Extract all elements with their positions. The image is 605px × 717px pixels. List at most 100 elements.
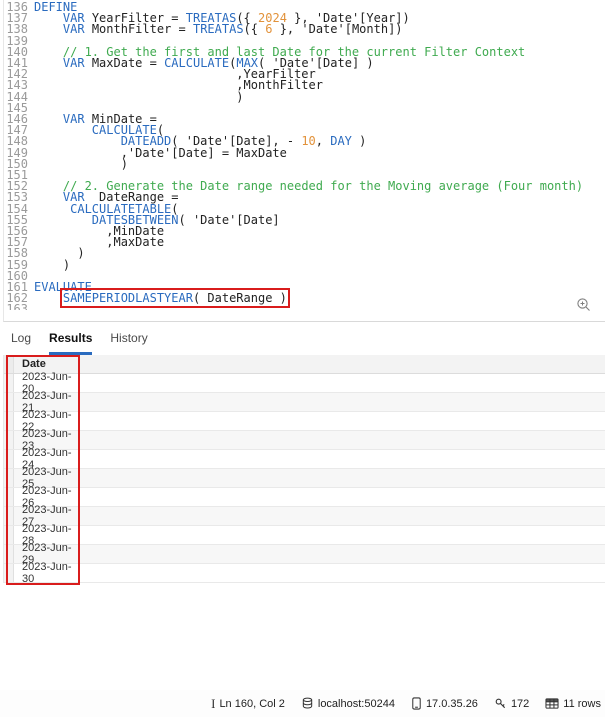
code-editor[interactable]: 136DEFINE137 VAR YearFilter = TREATAS({ … <box>3 0 605 322</box>
code-token: DAY <box>330 134 352 148</box>
code-text <box>34 304 605 310</box>
row-gutter <box>4 355 14 373</box>
code-text: SAMEPERIODLASTYEAR( DateRange ) <box>34 293 605 304</box>
ibeam-cursor-icon: I <box>211 697 215 711</box>
date-cell: 2023-Jun-30 <box>14 561 80 585</box>
row-filler <box>80 526 605 544</box>
row-filler <box>80 545 605 563</box>
tab-results[interactable]: Results <box>49 331 92 355</box>
row-gutter <box>4 450 14 468</box>
row-gutter <box>4 545 14 563</box>
row-gutter <box>4 412 14 430</box>
row-gutter <box>4 488 14 506</box>
row-gutter <box>4 469 14 487</box>
row-filler <box>80 488 605 506</box>
code-token: TREATAS <box>193 22 244 36</box>
table-row[interactable]: 2023-Jun-25 <box>4 469 605 488</box>
table-row[interactable]: 2023-Jun-24 <box>4 450 605 469</box>
results-rows-host: Date2023-Jun-202023-Jun-212023-Jun-22202… <box>4 355 605 583</box>
status-text: Ln 160, Col 2 <box>219 698 284 710</box>
table-icon <box>545 697 559 710</box>
status-text: 172 <box>511 698 529 710</box>
code-text: ) <box>34 92 605 103</box>
row-filler <box>80 564 605 582</box>
table-row[interactable]: 2023-Jun-22 <box>4 412 605 431</box>
code-text: ) <box>34 260 605 271</box>
status-text: localhost:50244 <box>318 698 395 710</box>
line-number: 163 <box>4 304 34 310</box>
row-filler <box>80 469 605 487</box>
key-icon <box>494 697 507 710</box>
table-row[interactable]: 2023-Jun-30 <box>4 564 605 583</box>
row-filler <box>80 450 605 468</box>
code-line: 158 ) <box>4 248 605 259</box>
code-text: ) <box>34 159 605 170</box>
status-text: 11 rows <box>563 698 601 710</box>
zoom-in-icon[interactable] <box>576 297 592 313</box>
code-token: ( DateRange ) <box>193 291 287 305</box>
code-token: ) <box>352 134 366 148</box>
code-token <box>34 22 63 36</box>
code-lines[interactable]: 136DEFINE137 VAR YearFilter = TREATAS({ … <box>4 2 605 310</box>
evaluate-highlight-box: SAMEPERIODLASTYEAR( DateRange ) <box>63 291 287 305</box>
table-row[interactable]: 2023-Jun-23 <box>4 431 605 450</box>
row-gutter <box>4 507 14 525</box>
code-line: 150 ) <box>4 159 605 170</box>
code-line: 144 ) <box>4 92 605 103</box>
code-token: MonthFilter = <box>85 22 193 36</box>
table-row[interactable]: 2023-Jun-28 <box>4 526 605 545</box>
code-token: ) <box>34 157 128 171</box>
header-filler <box>80 355 605 373</box>
code-token: ( 'Date'[Date] <box>179 213 280 227</box>
table-row[interactable]: 2023-Jun-29 <box>4 545 605 564</box>
code-line: 159 ) <box>4 260 605 271</box>
row-gutter <box>4 526 14 544</box>
status-item: 17.0.35.26 <box>411 697 478 710</box>
status-item: 11 rows <box>545 697 601 710</box>
status-item: 172 <box>494 697 529 710</box>
row-gutter <box>4 374 14 392</box>
results-panel: Date2023-Jun-202023-Jun-212023-Jun-22202… <box>3 355 605 583</box>
output-tabs: Log Results History <box>3 322 605 355</box>
code-line: 162 SAMEPERIODLASTYEAR( DateRange ) <box>4 293 605 304</box>
row-filler <box>80 374 605 392</box>
status-item: localhost:50244 <box>301 697 395 710</box>
table-row[interactable]: 2023-Jun-21 <box>4 393 605 412</box>
column-header-date[interactable]: Date <box>14 358 80 370</box>
code-token: VAR <box>63 22 85 36</box>
code-token: 10 <box>301 134 315 148</box>
tab-log[interactable]: Log <box>11 331 31 355</box>
status-bar: I Ln 160, Col 2 localhost:50244 17.0.35.26 1… <box>0 690 605 717</box>
code-text: ) <box>34 248 605 259</box>
table-row[interactable]: 2023-Jun-26 <box>4 488 605 507</box>
row-filler <box>80 393 605 411</box>
code-line: 157 ,MaxDate <box>4 237 605 248</box>
code-text <box>34 271 605 282</box>
code-text: ,MaxDate <box>34 237 605 248</box>
code-line: 163 <box>4 304 605 310</box>
table-header-row: Date <box>4 355 605 374</box>
code-text: VAR MonthFilter = TREATAS({ 6 }, 'Date'[… <box>34 24 605 35</box>
code-token: SAMEPERIODLASTYEAR <box>63 291 193 305</box>
table-row[interactable]: 2023-Jun-20 <box>4 374 605 393</box>
row-filler <box>80 431 605 449</box>
code-line: 138 VAR MonthFilter = TREATAS({ 6 }, 'Da… <box>4 24 605 35</box>
code-token: ) <box>34 90 244 104</box>
code-token: }, 'Date'[Month]) <box>272 22 402 36</box>
document-icon <box>411 697 422 710</box>
tab-history[interactable]: History <box>110 331 147 355</box>
code-line: 160 <box>4 271 605 282</box>
table-row[interactable]: 2023-Jun-27 <box>4 507 605 526</box>
row-gutter <box>4 431 14 449</box>
row-gutter <box>4 393 14 411</box>
database-icon <box>301 697 314 710</box>
row-gutter <box>4 564 14 582</box>
row-filler <box>80 412 605 430</box>
status-item: I Ln 160, Col 2 <box>211 697 285 711</box>
status-text: 17.0.35.26 <box>426 698 478 710</box>
row-filler <box>80 507 605 525</box>
code-token: , <box>316 134 330 148</box>
code-token <box>34 291 63 305</box>
code-token: ) <box>34 258 70 272</box>
dax-studio-window: 136DEFINE137 VAR YearFilter = TREATAS({ … <box>0 0 605 717</box>
